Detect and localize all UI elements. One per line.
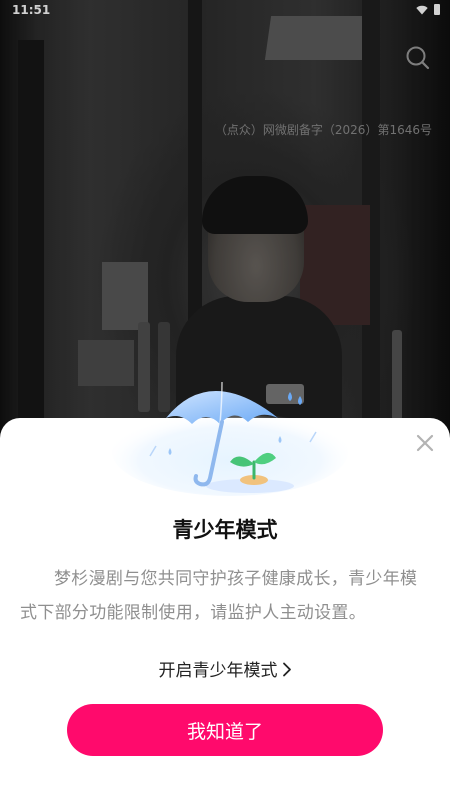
chevron-right-icon bbox=[282, 662, 292, 682]
umbrella-sprout-illustration bbox=[112, 381, 348, 496]
dialog-title: 青少年模式 bbox=[172, 518, 278, 542]
enable-teen-mode-link[interactable]: 开启青少年模式 bbox=[0, 656, 450, 682]
enable-teen-mode-label: 开启青少年模式 bbox=[158, 661, 278, 681]
dialog-body: 梦杉漫剧与您共同守护孩子健康成长，青少年模式下部分功能限制使用，请监护人主动设置… bbox=[20, 569, 418, 623]
close-icon bbox=[416, 434, 434, 452]
screen: （点众）网微剧备字（2026）第1646号 11:51 青少年模式 梦杉漫剧与您… bbox=[0, 0, 450, 800]
close-button[interactable] bbox=[414, 432, 436, 454]
confirm-button[interactable]: 我知道了 bbox=[67, 704, 383, 756]
